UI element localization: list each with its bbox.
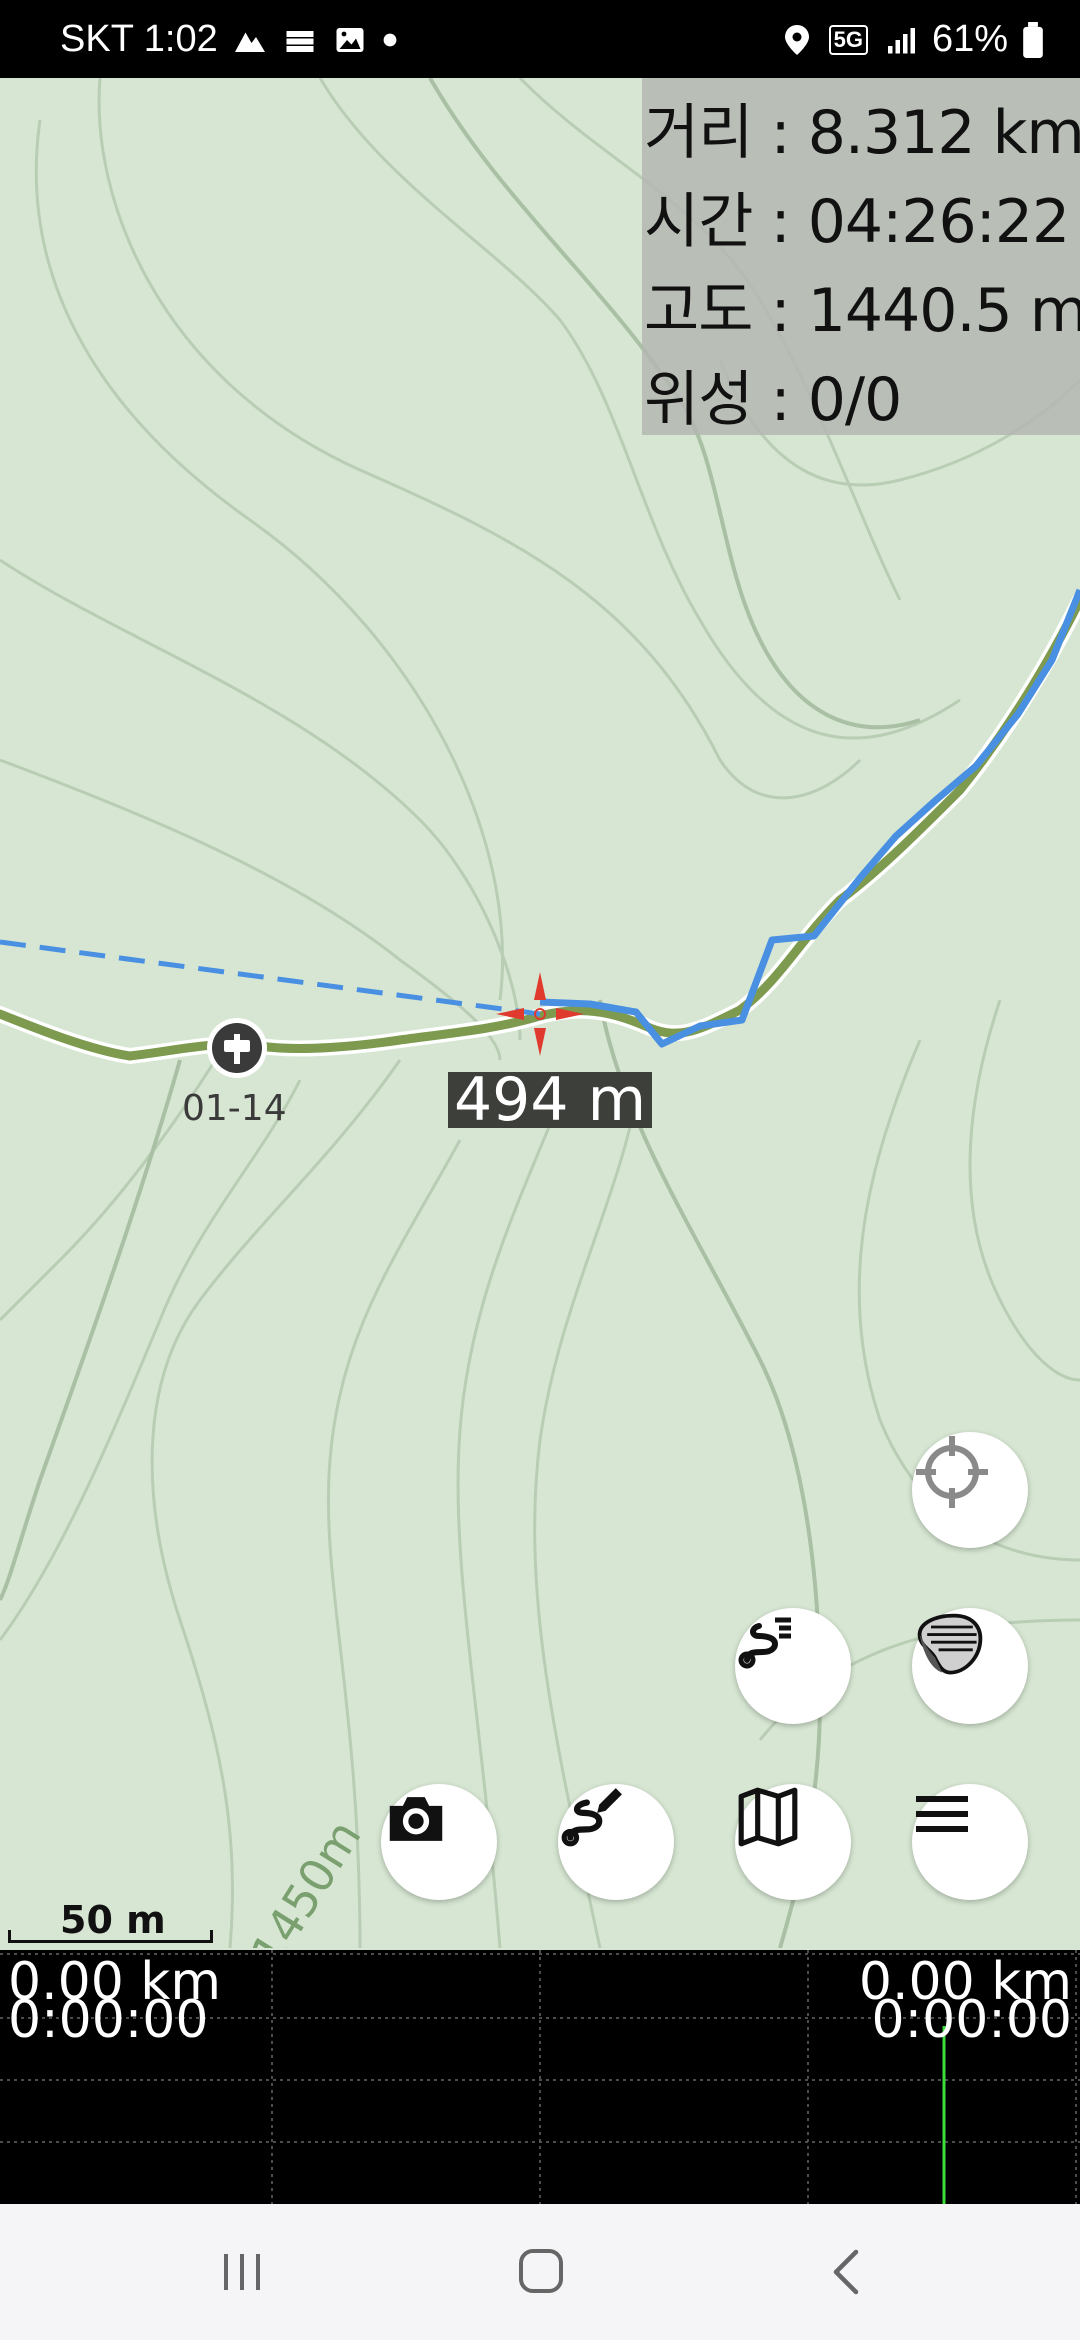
stack-icon (286, 30, 314, 52)
carrier-time: SKT 1:02 (60, 18, 218, 60)
satellite-readout: 위성 : 0/0 (644, 365, 902, 435)
back-icon[interactable] (826, 2246, 866, 2298)
mountain-icon (234, 32, 265, 52)
draw-route-icon (561, 1788, 622, 1847)
battery-percent: 61% (931, 18, 1008, 60)
camera-icon (389, 1797, 443, 1841)
layers-button[interactable] (912, 1608, 1028, 1724)
notification-dot-icon (383, 33, 397, 46)
status-bar: SKT 1:02 5G 61% (0, 0, 1080, 78)
waypoint-label: 01-14 (182, 1088, 287, 1129)
camera-button[interactable] (381, 1784, 497, 1900)
recent-apps-icon[interactable] (218, 2248, 266, 2296)
profile-right-time: 0:00:00 (871, 1990, 1072, 2050)
menu-button[interactable] (912, 1784, 1028, 1900)
elevation-profile[interactable]: 0.00 km 0:00:00 0.00 km 0:00:00 (0, 1950, 1080, 2204)
gallery-icon (336, 27, 364, 52)
map-view[interactable]: 거리 : 8.312 km 시간 : 04:26:22 고도 : 1440.5 … (0, 78, 1080, 1948)
system-nav-bar (0, 2204, 1080, 2340)
info-panel: 거리 : 8.312 km 시간 : 04:26:22 고도 : 1440.5 … (642, 78, 1080, 435)
route-list-icon (738, 1617, 791, 1669)
time-readout: 시간 : 04:26:22 (644, 187, 1070, 257)
route-list-button[interactable] (735, 1608, 851, 1724)
profile-left-time: 0:00:00 (8, 1990, 209, 2050)
locate-button[interactable] (912, 1432, 1028, 1548)
map-button[interactable] (735, 1784, 851, 1900)
home-icon[interactable] (516, 2246, 566, 2296)
altitude-readout: 고도 : 1440.5 m (644, 276, 1080, 346)
signal-icon (887, 27, 915, 53)
layers-icon (917, 1613, 983, 1675)
battery-icon (1023, 21, 1043, 58)
distance-readout: 거리 : 8.312 km (644, 98, 1080, 168)
scale-label: 50 m (60, 1898, 166, 1942)
network-type: 5G (828, 24, 868, 55)
map-icon (738, 1787, 798, 1847)
target-distance-label: 494 m (448, 1070, 653, 1130)
scale-bar: 50 m (8, 1898, 213, 1948)
draw-route-button[interactable] (558, 1784, 674, 1900)
location-icon (784, 24, 809, 55)
menu-icon (916, 1796, 968, 1832)
crosshair-icon (916, 1436, 988, 1508)
waypoint-marker-icon (207, 1018, 267, 1078)
